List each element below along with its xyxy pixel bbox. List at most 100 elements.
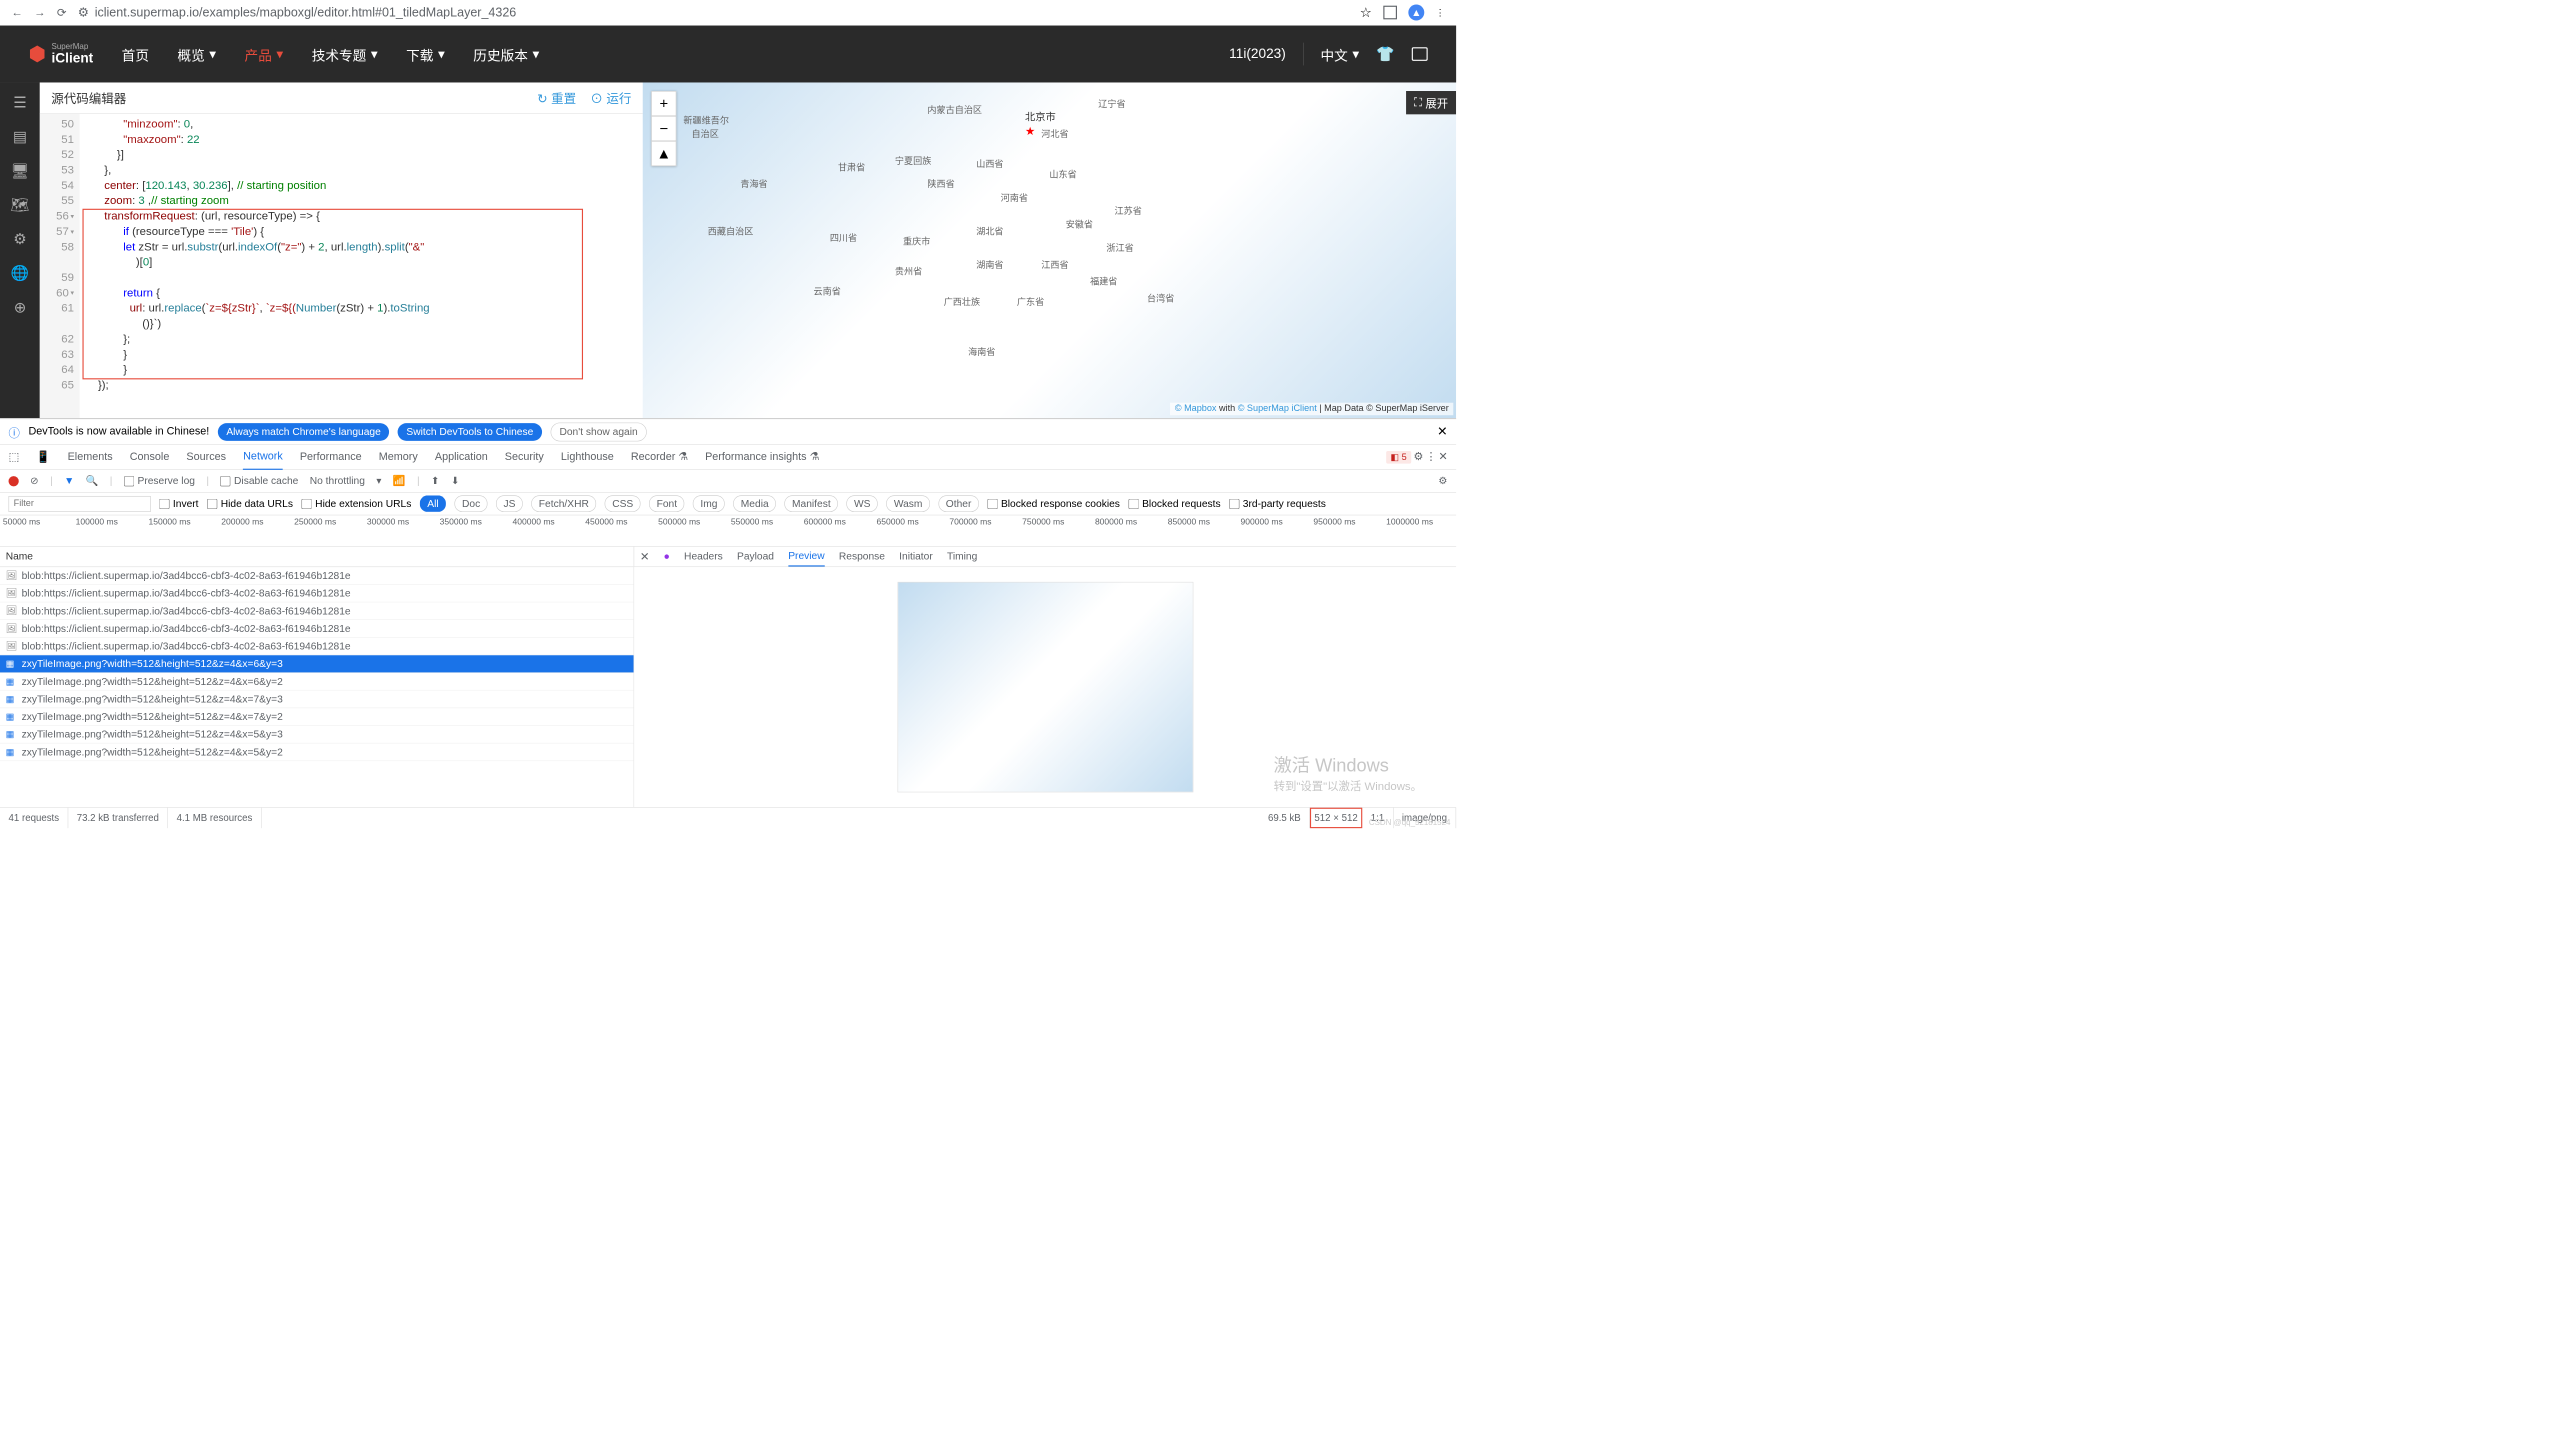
dtab-headers[interactable]: Headers <box>684 547 723 566</box>
network-settings-icon[interactable]: ⚙ <box>1438 475 1447 487</box>
upload-icon[interactable]: ⬆ <box>431 475 440 487</box>
compass-button[interactable]: ▲ <box>651 141 676 166</box>
chip-font[interactable]: Font <box>649 495 684 511</box>
back-icon[interactable]: ← <box>11 6 22 19</box>
dtab-timing[interactable]: Timing <box>947 547 977 566</box>
reload-icon[interactable]: ⟳ <box>57 5 67 19</box>
filter-icon[interactable]: ▼ <box>64 475 74 487</box>
blocked-cookies-checkbox[interactable]: Blocked response cookies <box>987 498 1120 510</box>
banner-switch-button[interactable]: Switch DevTools to Chinese <box>398 423 542 441</box>
extension-icon[interactable] <box>1383 6 1397 20</box>
blocked-req-checkbox[interactable]: Blocked requests <box>1128 498 1220 510</box>
sidebar-settings-icon[interactable]: ⚙ <box>11 230 28 247</box>
tab-memory[interactable]: Memory <box>379 445 418 469</box>
chip-manifest[interactable]: Manifest <box>785 495 838 511</box>
expand-button[interactable]: ⛶ 展开 <box>1406 91 1456 114</box>
chip-fetch[interactable]: Fetch/XHR <box>531 495 596 511</box>
clear-icon[interactable]: ⊘ <box>30 475 39 487</box>
dtab-response[interactable]: Response <box>839 547 885 566</box>
zoom-out-button[interactable]: − <box>651 116 676 141</box>
request-row[interactable]: ▦zxyTileImage.png?width=512&height=512&z… <box>0 691 634 709</box>
feedback-icon[interactable] <box>1412 47 1428 61</box>
chip-media[interactable]: Media <box>733 495 776 511</box>
chip-img[interactable]: Img <box>693 495 725 511</box>
detail-close-icon[interactable]: ✕ <box>640 549 650 563</box>
request-row[interactable]: 🖼blob:https://iclient.supermap.io/3ad4bc… <box>0 585 634 603</box>
request-row[interactable]: ▦zxyTileImage.png?width=512&height=512&z… <box>0 673 634 691</box>
chip-wasm[interactable]: Wasm <box>886 495 929 511</box>
chip-all[interactable]: All <box>420 495 446 511</box>
third-party-checkbox[interactable]: 3rd-party requests <box>1229 498 1326 510</box>
reset-button[interactable]: ↻ 重置 <box>537 89 576 107</box>
sidebar-monitor-icon[interactable]: 🖥 <box>11 162 28 179</box>
sidebar-list-icon[interactable]: ▤ <box>11 128 28 145</box>
settings-icon[interactable]: ⚙ <box>1413 450 1423 463</box>
close-devtools-icon[interactable]: ✕ <box>1439 450 1448 463</box>
tab-perf-insights[interactable]: Performance insights ⚗ <box>705 445 819 469</box>
request-row[interactable]: ▦zxyTileImage.png?width=512&height=512&z… <box>0 708 634 726</box>
zoom-in-button[interactable]: + <box>651 91 676 116</box>
hide-data-checkbox[interactable]: Hide data URLs <box>207 498 293 510</box>
sidebar-menu-icon[interactable]: ☰ <box>11 94 28 111</box>
tab-console[interactable]: Console <box>130 445 170 469</box>
tab-application[interactable]: Application <box>435 445 488 469</box>
nav-lang[interactable]: 中文 ▾ <box>1321 44 1360 64</box>
forward-icon[interactable]: → <box>34 6 45 19</box>
map-panel[interactable]: 新疆维吾尔自治区内蒙古自治区辽宁省河北省山西省陕西省青海省西藏自治区四川省重庆市… <box>643 82 1456 418</box>
wifi-icon[interactable]: 📶 <box>393 475 406 487</box>
disable-cache-checkbox[interactable]: Disable cache <box>220 475 298 487</box>
tab-performance[interactable]: Performance <box>300 445 362 469</box>
request-row[interactable]: ▦zxyTileImage.png?width=512&height=512&z… <box>0 726 634 744</box>
preserve-log-checkbox[interactable]: Preserve log <box>124 475 195 487</box>
banner-match-button[interactable]: Always match Chrome's language <box>218 423 390 441</box>
filter-input[interactable] <box>9 496 151 512</box>
chip-css[interactable]: CSS <box>605 495 641 511</box>
request-row[interactable]: ▦zxyTileImage.png?width=512&height=512&z… <box>0 655 634 673</box>
more-icon[interactable]: ⋮ <box>1425 450 1436 463</box>
nav-history[interactable]: 历史版本 ▾ <box>473 44 539 64</box>
chip-doc[interactable]: Doc <box>455 495 488 511</box>
nav-tech[interactable]: 技术专题 ▾ <box>312 44 378 64</box>
tab-recorder[interactable]: Recorder ⚗ <box>631 445 688 469</box>
error-count[interactable]: ◧ 5 <box>1386 451 1411 464</box>
dtab-preview[interactable]: Preview <box>788 547 824 567</box>
nav-home[interactable]: 首页 <box>122 44 149 64</box>
inspect-icon[interactable]: ⬚ <box>9 450 20 464</box>
sidebar-globe-icon[interactable]: 🌐 <box>11 264 28 281</box>
tab-lighthouse[interactable]: Lighthouse <box>561 445 614 469</box>
request-row[interactable]: 🖼blob:https://iclient.supermap.io/3ad4bc… <box>0 567 634 585</box>
site-info-icon[interactable]: ⚙ <box>78 5 89 20</box>
throttling-select[interactable]: No throttling <box>310 475 365 487</box>
request-row[interactable]: 🖼blob:https://iclient.supermap.io/3ad4bc… <box>0 620 634 638</box>
chip-other[interactable]: Other <box>938 495 978 511</box>
device-icon[interactable]: 📱 <box>36 450 50 464</box>
logo[interactable]: ⬢ SuperMap iClient <box>28 42 93 66</box>
name-header[interactable]: Name <box>0 547 634 567</box>
search-icon[interactable]: 🔍 <box>86 475 99 487</box>
profile-avatar[interactable]: ▲ <box>1408 5 1424 21</box>
code-area[interactable]: 505152535455 56▾57▾58 59 60▾61 62636465 … <box>40 114 643 418</box>
code-content[interactable]: "minzoom": 0, "maxzoom": 22 }] }, center… <box>80 114 643 418</box>
run-button[interactable]: ⊙ 运行 <box>590 89 631 107</box>
sidebar-globe2-icon[interactable]: ⊕ <box>11 299 28 316</box>
tab-sources[interactable]: Sources <box>186 445 226 469</box>
request-row[interactable]: 🖼blob:https://iclient.supermap.io/3ad4bc… <box>0 602 634 620</box>
invert-checkbox[interactable]: Invert <box>159 498 198 510</box>
tab-elements[interactable]: Elements <box>68 445 113 469</box>
dtab-payload[interactable]: Payload <box>737 547 774 566</box>
sidebar-map-icon[interactable]: 🗺 <box>11 196 28 213</box>
dtab-initiator[interactable]: Initiator <box>899 547 933 566</box>
nav-product[interactable]: 产品 ▾ <box>245 44 284 64</box>
tab-network[interactable]: Network <box>243 445 283 470</box>
nav-overview[interactable]: 概览 ▾ <box>177 44 216 64</box>
menu-icon[interactable]: ⋮ <box>1436 7 1445 18</box>
request-row[interactable]: ▦zxyTileImage.png?width=512&height=512&z… <box>0 743 634 761</box>
chip-js[interactable]: JS <box>496 495 523 511</box>
record-button[interactable] <box>9 476 19 486</box>
banner-dismiss-button[interactable]: Don't show again <box>550 422 646 441</box>
download-icon[interactable]: ⬇ <box>451 475 460 487</box>
banner-close-icon[interactable]: ✕ <box>1437 424 1447 439</box>
url-bar[interactable]: ⚙ iclient.supermap.io/examples/mapboxgl/… <box>78 5 1349 20</box>
tshirt-icon[interactable]: 👕 <box>1376 45 1394 63</box>
nav-download[interactable]: 下载 ▾ <box>406 44 445 64</box>
